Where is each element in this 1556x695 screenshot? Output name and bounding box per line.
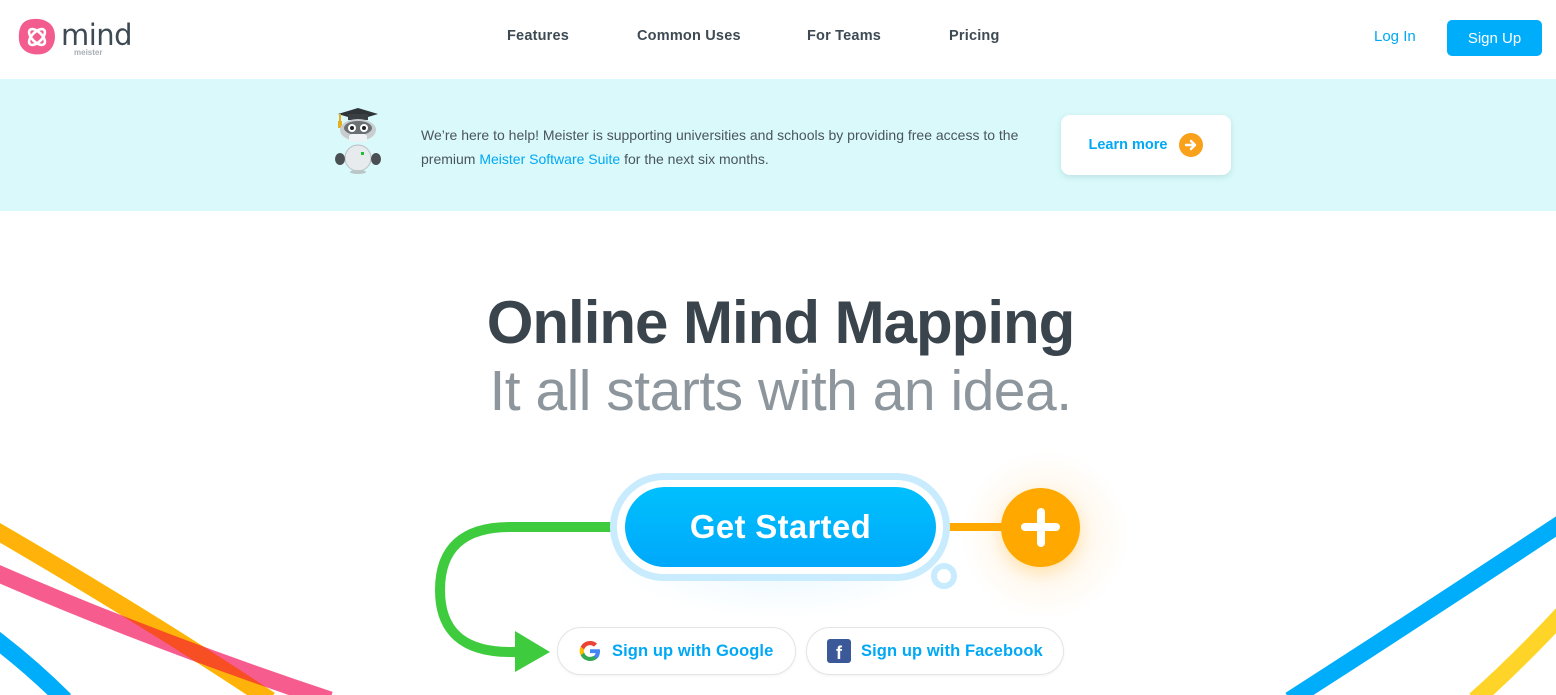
node-handle (931, 563, 957, 589)
page: mind meister Features Common Uses For Te… (0, 0, 1556, 695)
signup-google-button[interactable]: Sign up with Google (557, 627, 796, 675)
google-label: Sign up with Google (612, 641, 774, 660)
facebook-icon: f (827, 639, 851, 663)
signup-facebook-button[interactable]: f Sign up with Facebook (806, 627, 1064, 675)
facebook-label: Sign up with Facebook (861, 641, 1043, 660)
google-icon (579, 641, 600, 661)
add-node-button[interactable] (1001, 488, 1080, 567)
get-started-button[interactable]: Get Started (625, 487, 936, 567)
